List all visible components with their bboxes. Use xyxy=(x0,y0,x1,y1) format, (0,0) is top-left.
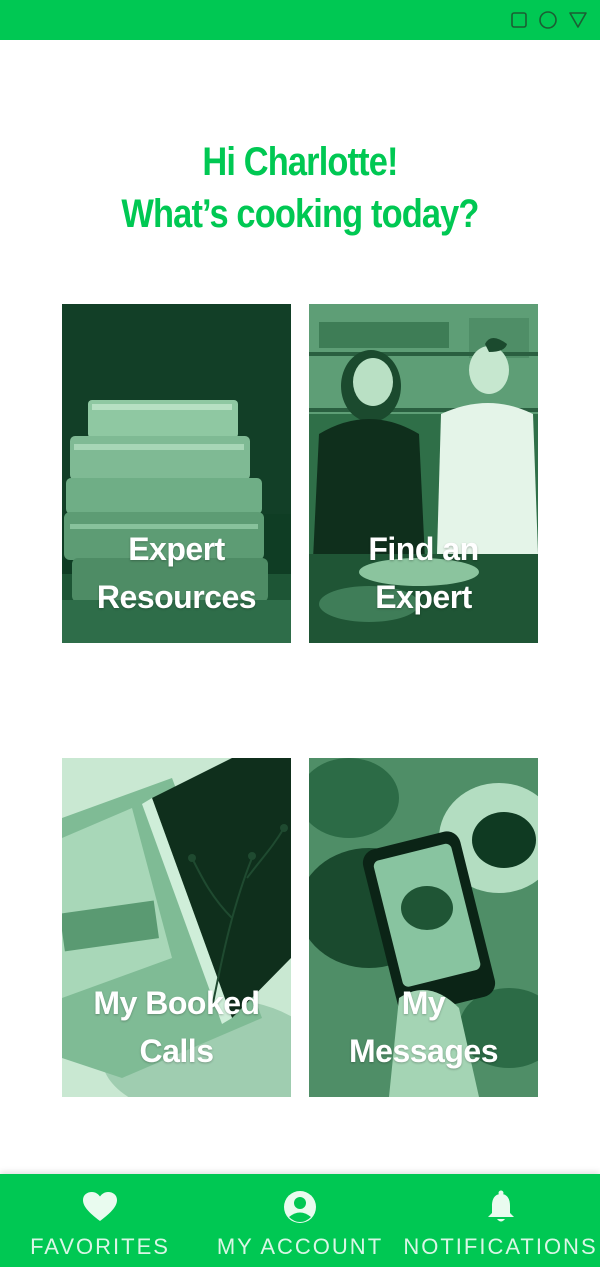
home-screen: Hi Charlotte! What’s cooking today? Expe… xyxy=(0,0,600,1267)
nav-label-notifications: NOTIFICATIONS xyxy=(403,1234,598,1259)
tile-label-line1: My xyxy=(401,985,446,1021)
bottom-navigation: FAVORITES MY ACCOUNT NOTIFICATIONS xyxy=(0,1174,600,1267)
tile-label-line2: Calls xyxy=(139,1033,214,1069)
square-icon[interactable] xyxy=(510,11,528,29)
tile-expert-resources[interactable]: Expert Resources xyxy=(62,304,291,643)
nav-item-my-account[interactable]: MY ACCOUNT xyxy=(216,1174,384,1267)
tile-label: Find an Expert xyxy=(309,525,538,621)
account-circle-icon xyxy=(283,1190,317,1224)
tile-label: My Messages xyxy=(309,979,538,1075)
tile-label: My Booked Calls xyxy=(62,979,291,1075)
greeting-line-question: What’s cooking today? xyxy=(121,192,479,236)
circle-icon[interactable] xyxy=(538,10,558,30)
nav-item-notifications[interactable]: NOTIFICATIONS xyxy=(403,1174,598,1267)
tile-label-line2: Resources xyxy=(96,579,257,615)
heart-icon xyxy=(82,1190,118,1224)
tile-label-line2: Messages xyxy=(349,1033,498,1069)
tile-label-line1: Find an xyxy=(368,531,479,567)
bell-icon xyxy=(486,1190,516,1224)
greeting-line-name: Hi Charlotte! xyxy=(202,140,398,184)
tile-label-line1: Expert xyxy=(128,531,225,567)
status-bar xyxy=(0,0,600,40)
tile-label-line2: Expert xyxy=(375,579,472,615)
nav-item-favorites[interactable]: FAVORITES xyxy=(30,1174,170,1267)
nav-label-favorites: FAVORITES xyxy=(30,1234,170,1259)
triangle-down-icon[interactable] xyxy=(568,11,588,29)
tile-label-line1: My Booked xyxy=(93,985,260,1021)
tile-my-booked-calls[interactable]: My Booked Calls xyxy=(62,758,291,1097)
tile-find-an-expert[interactable]: Find an Expert xyxy=(309,304,538,643)
nav-label-my-account: MY ACCOUNT xyxy=(216,1234,384,1259)
greeting-heading: Hi Charlotte! What’s cooking today? xyxy=(42,136,558,240)
tile-label: Expert Resources xyxy=(62,525,291,621)
tile-my-messages[interactable]: My Messages xyxy=(309,758,538,1097)
system-nav-icons xyxy=(510,10,588,30)
